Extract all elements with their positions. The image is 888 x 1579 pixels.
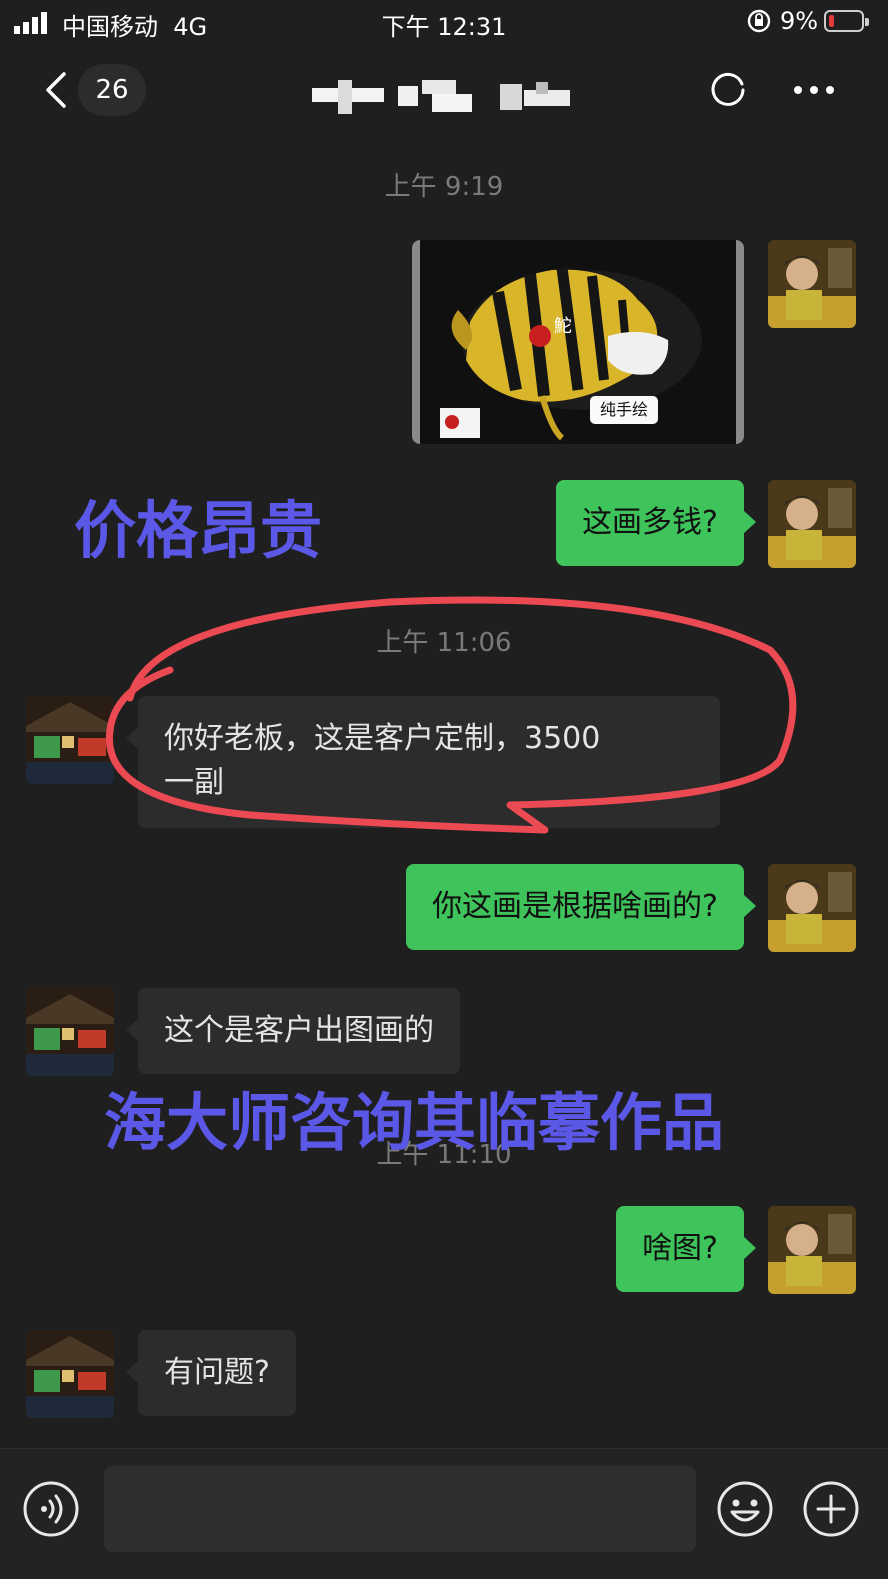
- svg-text:鮀: 鮀: [554, 316, 572, 337]
- voice-input-icon[interactable]: [22, 1480, 80, 1538]
- add-plus-icon[interactable]: [802, 1480, 860, 1538]
- message-text: 你这画是根据啥画的?: [432, 889, 718, 924]
- battery-icon: [824, 10, 869, 32]
- unread-count-badge[interactable]: 26: [78, 64, 146, 116]
- battery-percent: 9%: [780, 7, 819, 35]
- more-options-icon[interactable]: [792, 74, 836, 106]
- contact-avatar[interactable]: [26, 988, 114, 1076]
- image-caption: 纯手绘: [590, 396, 659, 424]
- painting-image-message[interactable]: 鮀 纯手绘: [412, 240, 744, 444]
- refresh-icon[interactable]: [708, 70, 748, 110]
- emoji-icon[interactable]: [716, 1480, 774, 1538]
- blurred-contact-name: [312, 80, 570, 114]
- received-message-bubble[interactable]: 这个是客户出图画的: [126, 988, 460, 1074]
- contact-avatar[interactable]: [26, 1330, 114, 1418]
- sent-message-bubble[interactable]: 这画多钱?: [556, 480, 756, 566]
- message-input[interactable]: [104, 1466, 696, 1552]
- my-avatar[interactable]: [768, 480, 856, 568]
- back-chevron-icon[interactable]: [40, 70, 74, 110]
- sent-message-bubble[interactable]: 啥图?: [616, 1206, 756, 1292]
- my-avatar[interactable]: [768, 864, 856, 952]
- my-avatar[interactable]: [768, 240, 856, 328]
- red-circle-mark: [105, 596, 797, 834]
- rotation-lock-icon: [747, 9, 771, 33]
- status-bar: 中国移动 4G 下午 12:31 9%: [0, 0, 888, 46]
- message-text: 这画多钱?: [582, 505, 718, 540]
- tiger-fish-painting: 鮀: [412, 240, 744, 444]
- my-avatar[interactable]: [768, 1206, 856, 1294]
- received-message-bubble[interactable]: 有问题?: [126, 1330, 296, 1416]
- message-text: 啥图?: [642, 1231, 718, 1266]
- message-text: 这个是客户出图画的: [164, 1013, 434, 1048]
- consult-annotation: 海大师咨询其临摹作品: [104, 1086, 725, 1159]
- message-text: 有问题?: [164, 1355, 270, 1390]
- price-annotation: 价格昂贵: [74, 494, 323, 567]
- timestamp: 上午 9:19: [384, 172, 504, 202]
- sent-message-bubble[interactable]: 你这画是根据啥画的?: [406, 864, 756, 950]
